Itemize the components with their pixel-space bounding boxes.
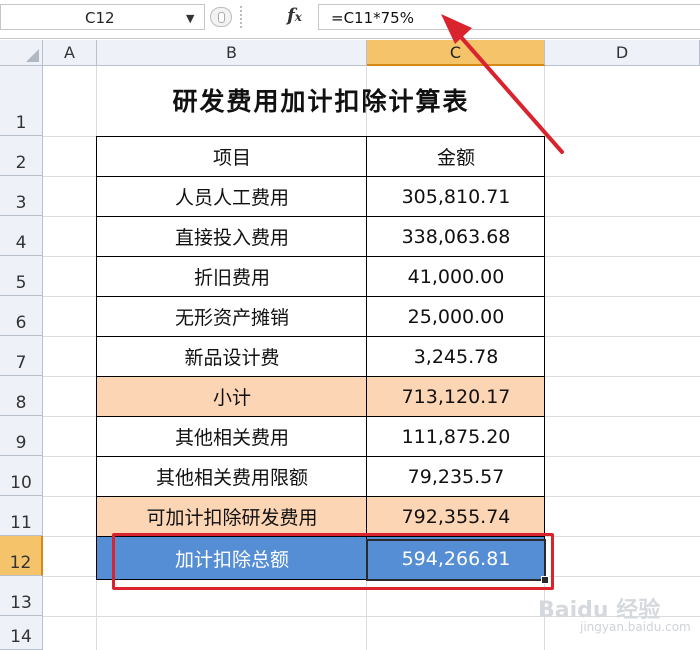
- watermark-url: jingyan.baidu.com: [580, 620, 691, 634]
- annotation-arrow: [441, 14, 564, 154]
